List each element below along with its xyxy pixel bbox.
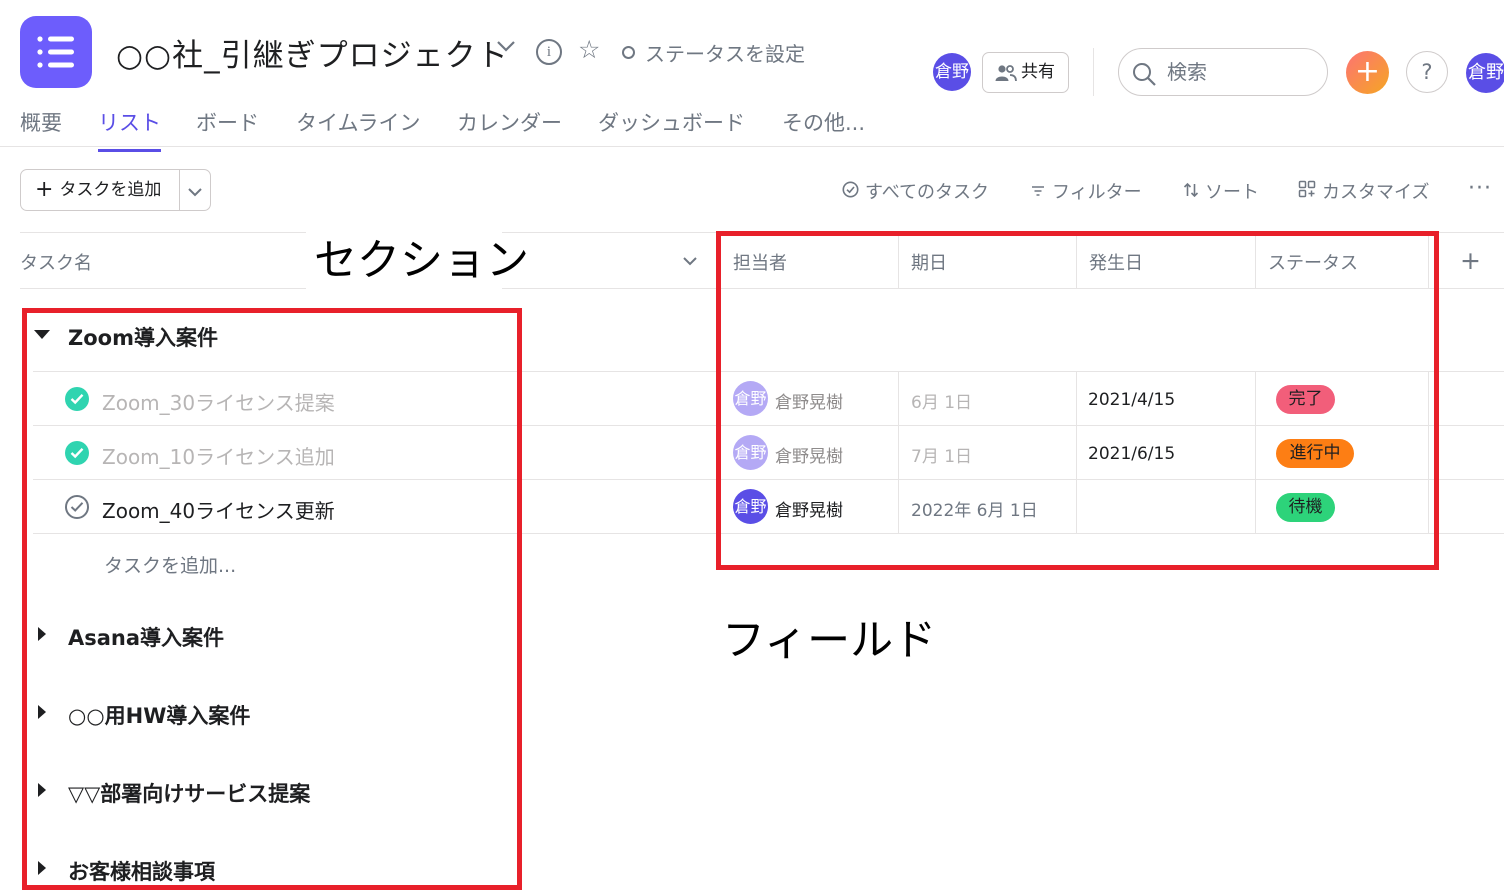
- tab-calendar[interactable]: カレンダー: [457, 107, 562, 137]
- plus-icon: +: [35, 177, 54, 202]
- sort-button[interactable]: ソート: [1183, 178, 1259, 204]
- tab-list[interactable]: リスト: [98, 107, 161, 137]
- all-tasks-label: すべてのタスク: [865, 182, 990, 203]
- filter-label: フィルター: [1052, 182, 1142, 203]
- annotation-section-label: セクション: [314, 236, 529, 286]
- chevron-down-icon[interactable]: [496, 38, 516, 57]
- add-column-button[interactable]: +: [1460, 248, 1481, 273]
- tab-overview[interactable]: 概要: [20, 107, 62, 137]
- set-status-button[interactable]: ステータスを設定: [622, 38, 805, 67]
- tab-board[interactable]: ボード: [196, 107, 259, 137]
- chevron-down-icon[interactable]: [682, 253, 698, 272]
- member-avatar[interactable]: 倉野: [933, 53, 971, 91]
- filter-button[interactable]: フィルター: [1030, 178, 1142, 204]
- more-options-icon[interactable]: ···: [1468, 176, 1492, 201]
- status-circle-icon: [622, 46, 635, 59]
- list-icon: [37, 36, 74, 68]
- column-header-task-name[interactable]: タスク名: [20, 249, 92, 275]
- field-annotation-box: [716, 231, 1439, 570]
- quick-add-button[interactable]: +: [1346, 51, 1389, 94]
- customize-button[interactable]: カスタマイズ: [1298, 178, 1429, 204]
- project-title[interactable]: ○○社_引継ぎプロジェクト: [116, 30, 509, 75]
- people-icon: [995, 65, 1017, 82]
- button-divider: [179, 170, 180, 210]
- tab-more[interactable]: その他...: [782, 107, 865, 137]
- annotation-field-label: フィールド: [722, 616, 937, 666]
- set-status-label: ステータスを設定: [645, 42, 805, 66]
- filter-icon: [1032, 186, 1044, 196]
- grid-icon: [1298, 180, 1316, 198]
- search-icon: [1133, 63, 1156, 86]
- customize-label: カスタマイズ: [1322, 182, 1430, 203]
- add-task-label: タスクを追加: [59, 180, 162, 200]
- info-icon[interactable]: i: [536, 39, 562, 65]
- share-label: 共有: [1021, 62, 1055, 82]
- add-task-button-group: + タスクを追加: [20, 169, 211, 211]
- star-icon[interactable]: ☆: [578, 37, 600, 62]
- search-box[interactable]: [1118, 48, 1328, 96]
- project-icon[interactable]: [20, 16, 92, 88]
- sort-label: ソート: [1205, 182, 1259, 203]
- active-tab-indicator: [98, 149, 161, 152]
- user-avatar[interactable]: 倉野: [1466, 53, 1504, 93]
- tab-timeline[interactable]: タイムライン: [296, 107, 421, 137]
- section-annotation-box: [22, 308, 522, 890]
- all-tasks-button[interactable]: すべてのタスク: [842, 178, 989, 204]
- check-circle-icon: [842, 181, 859, 198]
- add-task-button[interactable]: + タスクを追加: [21, 170, 179, 210]
- header-divider: [1093, 48, 1094, 96]
- tabs-divider: [0, 146, 1504, 147]
- help-button[interactable]: ?: [1406, 51, 1448, 93]
- search-input[interactable]: [1167, 57, 1317, 87]
- share-button[interactable]: 共有: [982, 52, 1069, 93]
- chevron-down-icon[interactable]: [187, 184, 203, 203]
- tab-dashboard[interactable]: ダッシュボード: [598, 107, 745, 137]
- sort-icon: [1183, 182, 1199, 198]
